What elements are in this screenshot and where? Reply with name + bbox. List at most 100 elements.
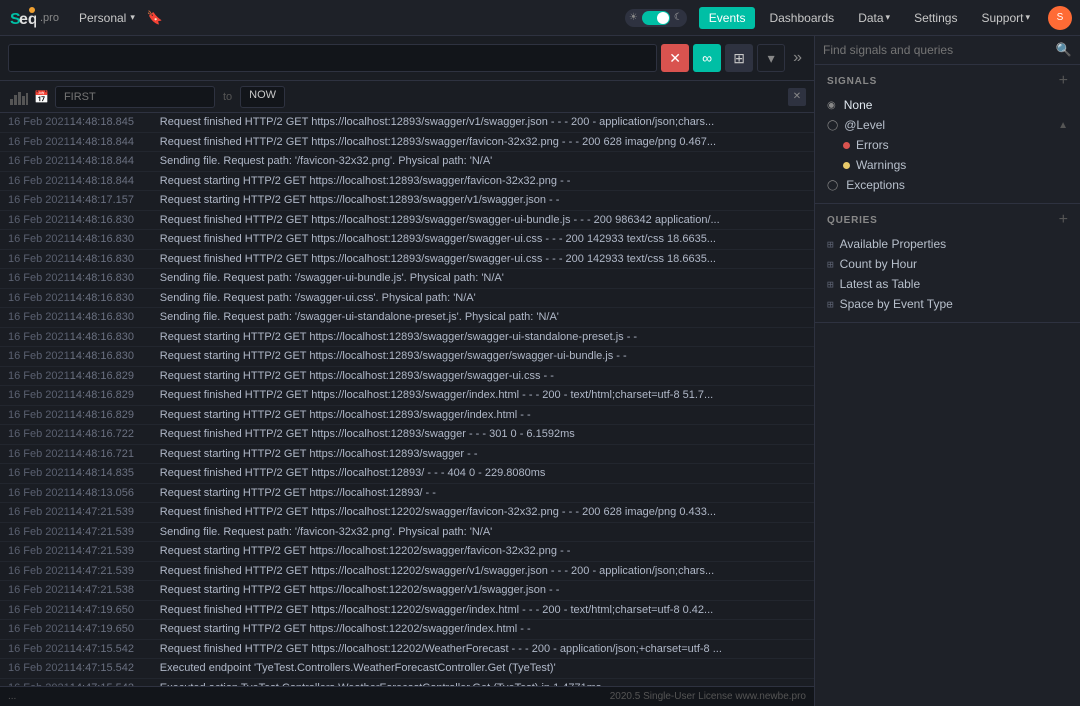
search-icon[interactable]: 🔍 <box>1056 42 1072 58</box>
theme-toggle[interactable]: ☀ ☾ <box>625 9 687 27</box>
user-avatar[interactable]: S <box>1048 6 1072 30</box>
toggle-track[interactable] <box>642 11 670 25</box>
log-time: 14:48:17.157 <box>70 192 160 209</box>
log-row[interactable]: 16 Feb 202114:48:16.721Request starting … <box>0 445 814 465</box>
log-message: Sending file. Request path: '/swagger-ui… <box>160 270 504 287</box>
clear-search-btn[interactable]: ✕ <box>661 44 689 72</box>
log-row[interactable]: 16 Feb 202114:47:21.539Sending file. Req… <box>0 523 814 543</box>
grid-view-btn[interactable]: ⊞ <box>725 44 753 72</box>
right-panel: 🔍 SIGNALS + ◉ None ◯ @Level ▲ Errors <box>815 36 1080 706</box>
add-signal-btn[interactable]: + <box>1059 73 1068 89</box>
logo[interactable]: S eq .pro <box>8 4 59 32</box>
query-grid-icon: ⊞ <box>827 238 834 251</box>
dashboards-nav-btn[interactable]: Dashboards <box>759 7 844 29</box>
log-row[interactable]: 16 Feb 202114:48:16.722Request finished … <box>0 425 814 445</box>
signal-errors[interactable]: Errors <box>815 135 1080 155</box>
query-count-by-hour[interactable]: ⊞ Count by Hour <box>815 254 1080 274</box>
radio-icon: ◯ <box>827 180 838 191</box>
chart-icon[interactable] <box>8 86 30 108</box>
log-time: 14:48:16.722 <box>70 426 160 443</box>
settings-nav-btn[interactable]: Settings <box>904 7 967 29</box>
more-options-btn[interactable]: ▾ <box>757 44 785 72</box>
log-row[interactable]: 16 Feb 202114:48:16.830Sending file. Req… <box>0 308 814 328</box>
log-area[interactable]: 16 Feb 202114:48:18.845Request finished … <box>0 113 814 686</box>
log-row[interactable]: 16 Feb 202114:48:16.830Request finished … <box>0 211 814 231</box>
log-row[interactable]: 16 Feb 202114:47:21.539Request starting … <box>0 542 814 562</box>
infinity-btn[interactable]: ∞ <box>693 44 721 72</box>
log-time: 14:48:18.845 <box>70 114 160 131</box>
log-message: Request finished HTTP/2 GET https://loca… <box>160 387 713 404</box>
log-row[interactable]: 16 Feb 202114:48:16.830Sending file. Req… <box>0 269 814 289</box>
log-time: 14:48:18.844 <box>70 173 160 190</box>
data-nav-btn[interactable]: Data ▾ <box>848 7 900 29</box>
query-latest-as-table[interactable]: ⊞ Latest as Table <box>815 274 1080 294</box>
log-row[interactable]: 16 Feb 202114:48:16.830Request finished … <box>0 250 814 270</box>
log-row[interactable]: 16 Feb 202114:48:18.845Request finished … <box>0 113 814 133</box>
warnings-label: Warnings <box>856 158 906 172</box>
log-message: Request finished HTTP/2 GET https://loca… <box>160 563 714 580</box>
log-date: 16 Feb 2021 <box>8 563 70 580</box>
log-time: 14:48:14.835 <box>70 465 160 482</box>
log-row[interactable]: 16 Feb 202114:48:16.829Request starting … <box>0 367 814 387</box>
log-time: 14:47:15.542 <box>70 660 160 677</box>
log-time: 14:48:16.829 <box>70 407 160 424</box>
to-time-now: NOW <box>240 86 285 108</box>
log-row[interactable]: 16 Feb 202114:48:16.829Request starting … <box>0 406 814 426</box>
log-row[interactable]: 16 Feb 202114:48:18.844Request starting … <box>0 172 814 192</box>
clear-time-btn[interactable]: ✕ <box>788 88 806 106</box>
support-nav-btn[interactable]: Support ▾ <box>971 7 1040 29</box>
expand-btn[interactable]: » <box>789 49 806 67</box>
query-space-by-event-type[interactable]: ⊞ Space by Event Type <box>815 294 1080 314</box>
search-input[interactable] <box>8 44 657 72</box>
log-row[interactable]: 16 Feb 202114:47:21.539Request finished … <box>0 503 814 523</box>
log-row[interactable]: 16 Feb 202114:48:16.829Request finished … <box>0 386 814 406</box>
signal-warnings[interactable]: Warnings <box>815 155 1080 175</box>
query-available-properties[interactable]: ⊞ Available Properties <box>815 234 1080 254</box>
log-row[interactable]: 16 Feb 202114:47:21.538Request starting … <box>0 581 814 601</box>
signal-none[interactable]: ◉ None <box>815 95 1080 115</box>
query-label: Count by Hour <box>840 257 917 271</box>
log-message: Request finished HTTP/2 GET https://loca… <box>160 504 716 521</box>
footer-right: 2020.5 Single-User License www.newbe.pro <box>610 691 806 702</box>
log-row[interactable]: 16 Feb 202114:48:17.157Request starting … <box>0 191 814 211</box>
workspace-selector[interactable]: Personal ▾ <box>71 8 143 28</box>
log-row[interactable]: 16 Feb 202114:47:15.542Executed endpoint… <box>0 659 814 679</box>
log-row[interactable]: 16 Feb 202114:48:18.844Sending file. Req… <box>0 152 814 172</box>
log-row[interactable]: 16 Feb 202114:48:16.830Request starting … <box>0 328 814 348</box>
log-row[interactable]: 16 Feb 202114:47:19.650Request finished … <box>0 601 814 621</box>
log-row[interactable]: 16 Feb 202114:48:13.056Request starting … <box>0 484 814 504</box>
log-row[interactable]: 16 Feb 202114:47:21.539Request finished … <box>0 562 814 582</box>
log-date: 16 Feb 2021 <box>8 231 70 248</box>
log-date: 16 Feb 2021 <box>8 134 70 151</box>
signal-level-group[interactable]: ◯ @Level ▲ <box>815 115 1080 135</box>
bookmark-icon[interactable]: 🔖 <box>147 10 163 26</box>
top-nav: S eq .pro Personal ▾ 🔖 ☀ ☾ Events Dashbo… <box>0 0 1080 36</box>
log-date: 16 Feb 2021 <box>8 290 70 307</box>
signals-search-input[interactable] <box>823 43 1052 57</box>
from-time-input[interactable] <box>55 86 215 108</box>
events-nav-btn[interactable]: Events <box>699 7 756 29</box>
radio-icon: ◯ <box>827 120 838 131</box>
queries-title: QUERIES <box>827 215 878 226</box>
log-row[interactable]: 16 Feb 202114:47:15.542Request finished … <box>0 640 814 660</box>
log-date: 16 Feb 2021 <box>8 173 70 190</box>
log-time: 14:48:16.829 <box>70 368 160 385</box>
log-time: 14:48:13.056 <box>70 485 160 502</box>
log-message: Request finished HTTP/2 GET https://loca… <box>160 231 716 248</box>
signal-exceptions[interactable]: ◯ Exceptions <box>815 175 1080 195</box>
log-message: Request starting HTTP/2 GET https://loca… <box>160 582 560 599</box>
add-query-btn[interactable]: + <box>1059 212 1068 228</box>
log-row[interactable]: 16 Feb 202114:47:19.650Request starting … <box>0 620 814 640</box>
log-row[interactable]: 16 Feb 202114:47:15.542Executed action T… <box>0 679 814 687</box>
log-row[interactable]: 16 Feb 202114:48:16.830Request finished … <box>0 230 814 250</box>
log-date: 16 Feb 2021 <box>8 407 70 424</box>
right-search-bar: 🔍 <box>815 36 1080 65</box>
log-date: 16 Feb 2021 <box>8 524 70 541</box>
log-message: Request finished HTTP/2 GET https://loca… <box>160 641 722 658</box>
log-message: Request finished HTTP/2 GET https://loca… <box>160 114 714 131</box>
log-time: 14:48:16.830 <box>70 270 160 287</box>
log-row[interactable]: 16 Feb 202114:48:16.830Sending file. Req… <box>0 289 814 309</box>
log-row[interactable]: 16 Feb 202114:48:16.830Request starting … <box>0 347 814 367</box>
log-row[interactable]: 16 Feb 202114:48:18.844Request finished … <box>0 133 814 153</box>
log-row[interactable]: 16 Feb 202114:48:14.835Request finished … <box>0 464 814 484</box>
